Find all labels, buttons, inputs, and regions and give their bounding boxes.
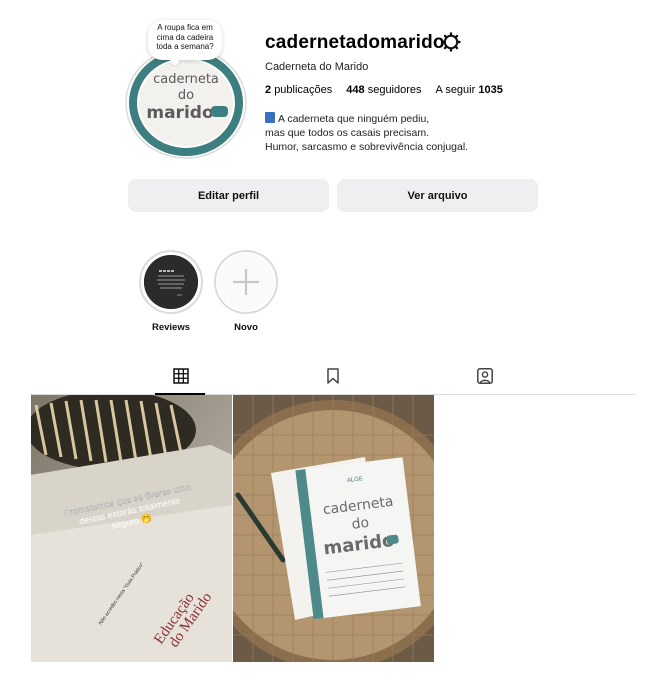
post2-book-title-2: do (351, 515, 370, 533)
username: cadernetadomarido (265, 32, 445, 53)
highlight-reviews-thumbnail (144, 255, 198, 309)
view-archive-button[interactable]: Ver arquivo (337, 179, 538, 212)
highlight-reviews[interactable] (139, 250, 203, 314)
avatar-text-line2: do (178, 88, 194, 103)
grid-icon[interactable] (172, 367, 190, 385)
tagged-icon[interactable] (476, 367, 494, 385)
avatar-text-line3: marido (146, 103, 213, 123)
profile-note[interactable]: A roupa fica em cima da cadeira toda a s… (148, 20, 222, 65)
bio-line-2: mas que todos os casais precisam. (265, 127, 429, 139)
profile-stats: 2 publicações 448 seguidores A seguir 10… (265, 84, 503, 96)
highlight-new[interactable] (214, 250, 278, 314)
bio-line-3: Humor, sarcasmo e sobrevivência conjugal… (265, 141, 469, 153)
highlight-label-reviews: Reviews (151, 322, 191, 333)
blue-book-icon (265, 112, 275, 123)
posts-stat: 2 publicações (265, 84, 333, 96)
following-stat[interactable]: A seguir 1035 (436, 84, 503, 96)
bio-line-1: A caderneta que ninguém pediu, (278, 113, 430, 125)
post-tile-1[interactable]: Prometemos que se tiveres uma destas est… (31, 395, 232, 662)
post-tile-2[interactable]: ALGE caderneta do marido (233, 395, 434, 662)
bio: A caderneta que ninguém pediu, mas que t… (265, 112, 468, 154)
highlight-label-new: Novo (234, 322, 258, 333)
edit-profile-button[interactable]: Editar perfil (128, 179, 329, 212)
plus-icon (218, 254, 274, 310)
avatar[interactable]: caderneta do marido (124, 46, 248, 160)
bookmark-icon[interactable] (324, 367, 342, 385)
full-name: Caderneta do Marido (265, 61, 369, 73)
followers-stat[interactable]: 448 seguidores (346, 84, 421, 96)
avatar-text-line1: caderneta (153, 72, 219, 87)
settings-gear-icon[interactable] (441, 32, 461, 52)
